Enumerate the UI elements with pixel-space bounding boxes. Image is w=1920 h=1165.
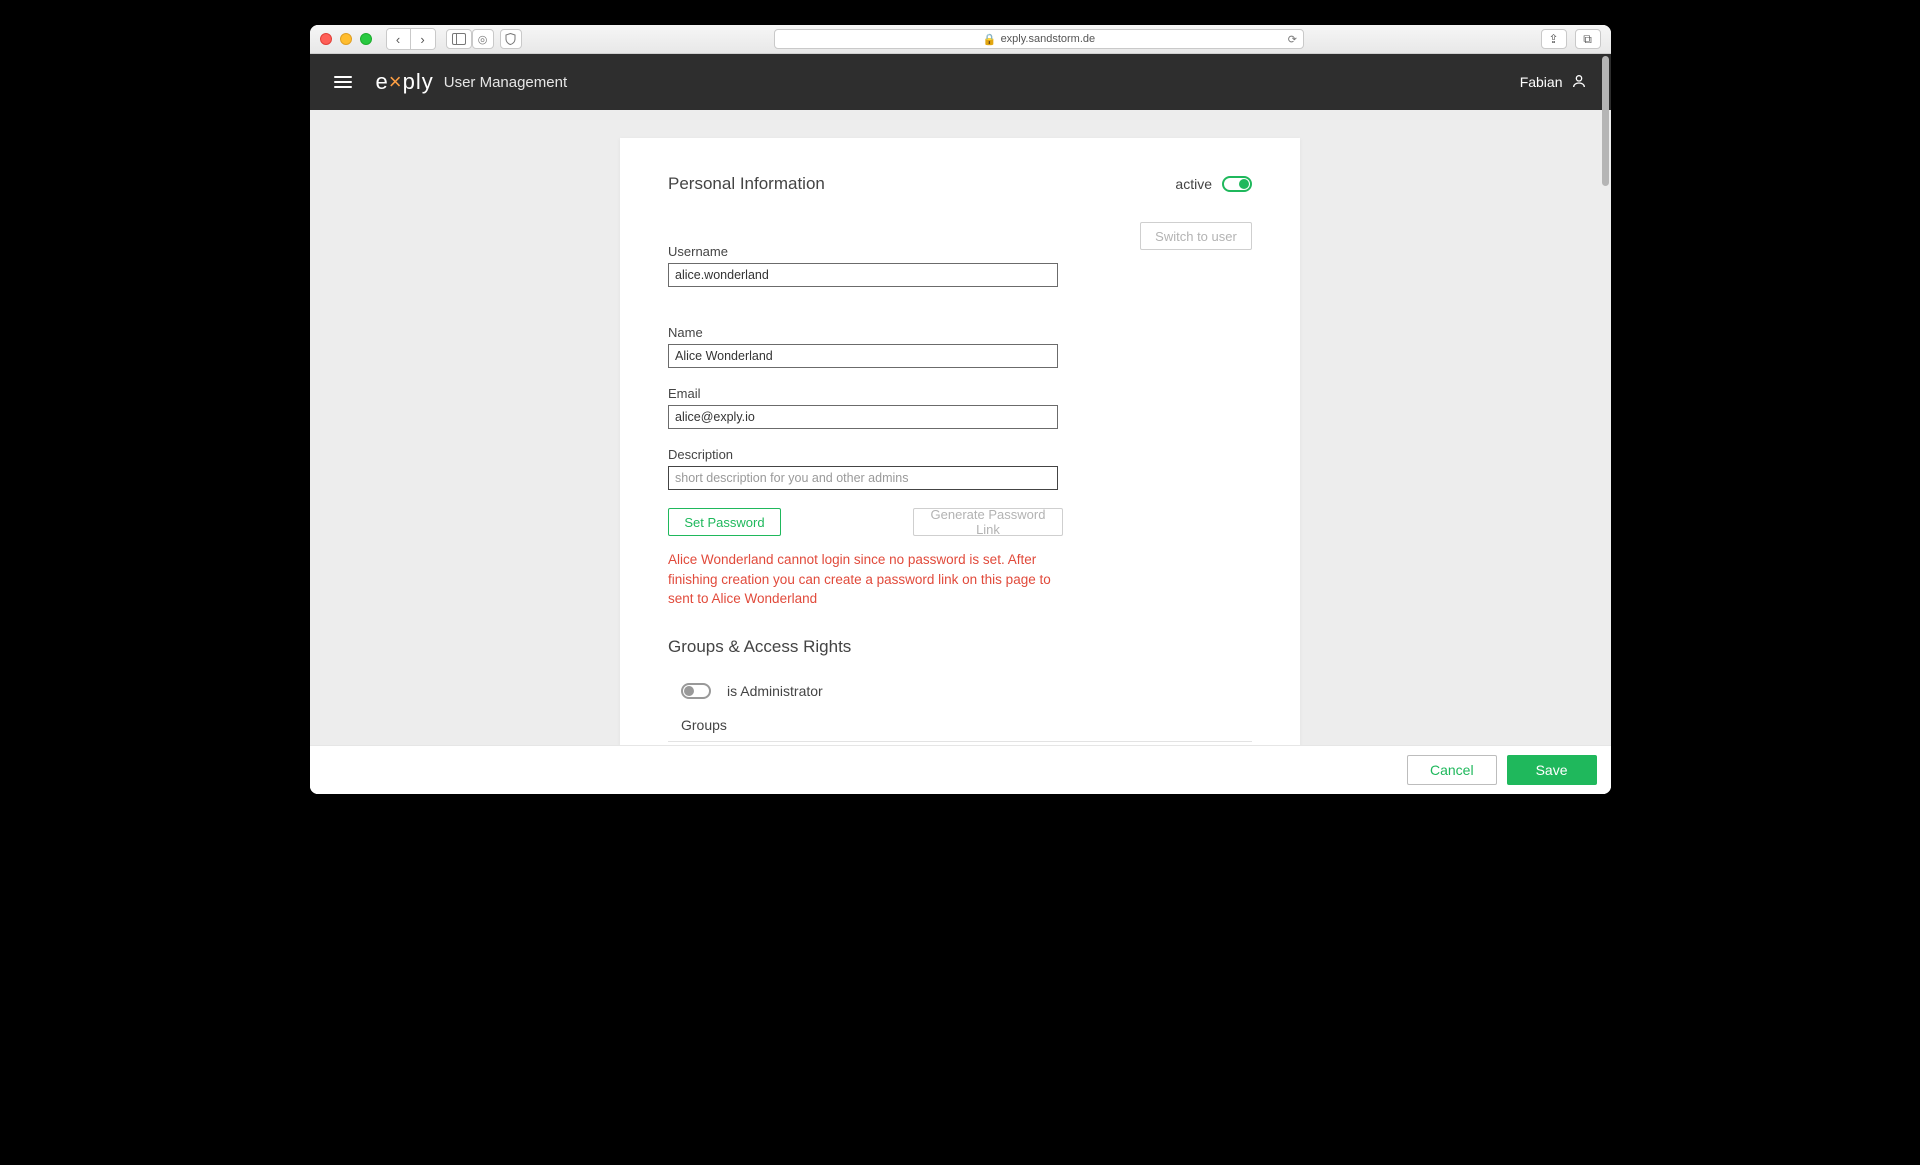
label-name: Name <box>668 325 1252 340</box>
window-controls <box>320 33 372 45</box>
browser-window: ‹ › ◎ 🔒 exply.sandstorm.de ⟳ ⇪ ⧉ + <box>310 25 1611 794</box>
divider <box>668 741 1252 742</box>
minimize-icon[interactable] <box>340 33 352 45</box>
share-icon[interactable]: ⇪ <box>1541 29 1567 49</box>
is-admin-label: is Administrator <box>727 683 823 699</box>
maximize-icon[interactable] <box>360 33 372 45</box>
scrollbar[interactable] <box>1599 54 1611 794</box>
app-logo: e×ply <box>376 69 434 95</box>
set-password-button[interactable]: Set Password <box>668 508 781 536</box>
browser-nav: ‹ › <box>386 28 436 50</box>
username-input[interactable] <box>668 263 1058 287</box>
browser-titlebar: ‹ › ◎ 🔒 exply.sandstorm.de ⟳ ⇪ ⧉ <box>310 25 1611 54</box>
tabs-icon[interactable]: ⧉ <box>1575 29 1601 49</box>
menu-icon[interactable] <box>334 76 352 88</box>
extension-icon[interactable]: ◎ <box>472 29 494 49</box>
user-name: Fabian <box>1520 74 1563 90</box>
label-description: Description <box>668 447 1252 462</box>
password-warning: Alice Wonderland cannot login since no p… <box>668 550 1058 609</box>
active-toggle-label: active <box>1175 176 1212 192</box>
generate-password-link-button[interactable]: Generate Password Link <box>913 508 1063 536</box>
page-title: User Management <box>444 74 567 91</box>
active-toggle[interactable] <box>1222 176 1252 192</box>
switch-to-user-button[interactable]: Switch to user <box>1140 222 1252 250</box>
save-button[interactable]: Save <box>1507 755 1597 785</box>
name-input[interactable] <box>668 344 1058 368</box>
browser-sidebar-button[interactable] <box>446 29 472 49</box>
app-frame: e×ply User Management Fabian Personal In… <box>310 54 1611 794</box>
reload-icon[interactable]: ⟳ <box>1288 33 1297 46</box>
section-title-personal: Personal Information <box>668 174 825 194</box>
app-header: e×ply User Management Fabian <box>310 54 1611 110</box>
url-text: exply.sandstorm.de <box>1001 33 1096 45</box>
form-card: Personal Information active Switch to us… <box>620 138 1300 745</box>
email-input[interactable] <box>668 405 1058 429</box>
groups-sub-label: Groups <box>668 707 1252 737</box>
description-input[interactable] <box>668 466 1058 490</box>
shield-icon[interactable] <box>500 29 522 49</box>
content-area: Personal Information active Switch to us… <box>310 110 1611 745</box>
cancel-button[interactable]: Cancel <box>1407 755 1497 785</box>
lock-icon: 🔒 <box>983 33 997 46</box>
user-icon <box>1571 73 1587 92</box>
is-admin-toggle[interactable] <box>681 683 711 699</box>
close-icon[interactable] <box>320 33 332 45</box>
footer-bar: Cancel Save <box>310 745 1611 794</box>
label-email: Email <box>668 386 1252 401</box>
section-title-groups: Groups & Access Rights <box>668 637 1252 657</box>
forward-button[interactable]: › <box>411 29 435 49</box>
back-button[interactable]: ‹ <box>387 29 411 49</box>
address-bar[interactable]: 🔒 exply.sandstorm.de ⟳ <box>774 29 1304 49</box>
user-menu[interactable]: Fabian <box>1520 73 1587 92</box>
